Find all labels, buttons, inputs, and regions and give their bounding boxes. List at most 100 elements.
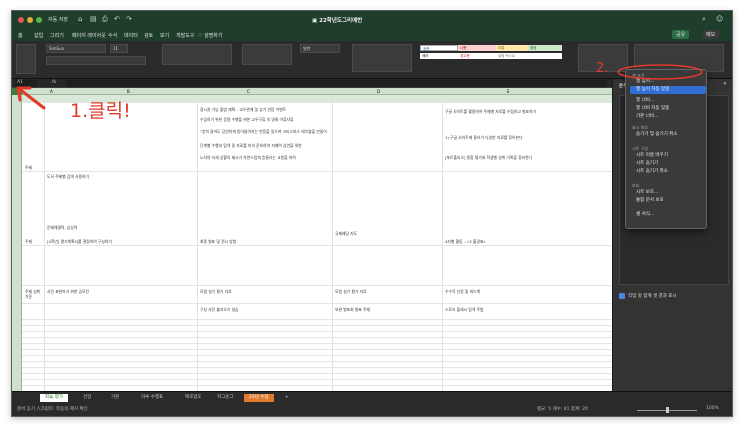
cell-c6[interactable]: 모범 실기 평가 자료 bbox=[200, 289, 328, 294]
cell-b3[interactable]: 도서 주제별 검색 사용하기 bbox=[47, 174, 195, 179]
tab-review[interactable]: 검토 bbox=[144, 32, 153, 39]
cell-a-topic-3[interactable]: 주제 성취기준 bbox=[25, 289, 43, 299]
cell-c1[interactable]: 광시권 기능 출범 계획 – 교우관계 및 상가 연장 이벤트 bbox=[200, 107, 328, 112]
cell-e5[interactable]: 4자별 활동 – «3 홀경표» bbox=[445, 239, 610, 244]
save-icon[interactable]: ▤ bbox=[90, 15, 97, 23]
menu-item-hide-sheet[interactable]: 시트 숨기기 bbox=[636, 160, 658, 168]
red-arrow-annotation bbox=[16, 86, 46, 110]
close-window-button[interactable] bbox=[18, 17, 24, 23]
zoom-window-button[interactable] bbox=[36, 17, 42, 23]
account-icon[interactable]: ☺ bbox=[716, 15, 723, 23]
tab-page-layout[interactable]: 페이지 레이아웃 bbox=[72, 32, 106, 39]
tab-tell-me[interactable]: ♡ 설명하기 bbox=[198, 32, 222, 39]
alignment-group[interactable] bbox=[162, 44, 232, 65]
cell-c5[interactable]: 노지의 자세 상황의 제시가 자연스럽게 흔들리는 교원을 하여 bbox=[200, 155, 328, 160]
column-header-b[interactable]: B bbox=[127, 89, 130, 94]
home-icon[interactable]: ⌂ bbox=[78, 15, 82, 23]
style-memo[interactable]: 메모 bbox=[420, 53, 458, 59]
cell-e2[interactable]: 1) 구글 사이트에 들어가 다양한 자료를 찾아본다 bbox=[445, 135, 610, 140]
wrap-merge-group[interactable] bbox=[242, 44, 292, 65]
menu-item-autofit-column-width[interactable]: 열 너비 자동 맞춤 bbox=[636, 105, 669, 113]
share-button[interactable]: 공유 bbox=[672, 30, 690, 39]
pane-close-icon[interactable]: ✕ bbox=[723, 82, 727, 87]
tab-draw[interactable]: 그리기 bbox=[50, 32, 64, 39]
autosave-label[interactable]: 자동 저장 bbox=[48, 16, 68, 23]
menu-item-autofit-row-height[interactable]: 행 높이 자동 맞춤 bbox=[630, 86, 706, 94]
style-neutral[interactable]: 보통 bbox=[496, 45, 528, 51]
menu-item-column-width[interactable]: 열 너비... bbox=[636, 97, 654, 105]
cell-c3[interactable]: “흔히 들어도 당연하게 받아들여지는 반응을 일으켜 크리스마스 테이블을 만… bbox=[200, 129, 328, 134]
status-ready: 준비 듣기 스크립트: 작동의 제거 확인 bbox=[17, 407, 88, 412]
cell-c4[interactable]: 단계별 수행과 탐색 및 자료를 미리 준비하여 저매여 상연을 위한 bbox=[200, 143, 328, 148]
undo-icon[interactable]: ↶ bbox=[114, 15, 120, 23]
font-format-group[interactable] bbox=[46, 56, 146, 65]
pane-checkbox[interactable] bbox=[619, 293, 625, 299]
annotation-step-2: 2. bbox=[596, 61, 609, 76]
menu-item-rename-sheet[interactable]: 시트 이름 바꾸기 bbox=[636, 152, 668, 160]
style-explanation[interactable]: 설명 텍스트 bbox=[496, 53, 562, 59]
zoom-level[interactable]: 100% bbox=[706, 406, 719, 411]
sheet-tab-2[interactable]: 건강 bbox=[78, 394, 96, 402]
cell-c2[interactable]: 수입하기 위한 응용 수행을 위한 교우구류 의 영륙 이류자류 bbox=[200, 117, 328, 122]
column-header-c[interactable]: C bbox=[247, 89, 250, 94]
number-format-select[interactable]: 일반 bbox=[300, 44, 340, 53]
column-header-d[interactable]: D bbox=[377, 89, 380, 94]
cell-d7[interactable]: 보완 발표회 발표 주제 bbox=[335, 307, 439, 312]
style-bad[interactable]: 나쁨 bbox=[458, 45, 496, 51]
menu-item-format-cells[interactable]: 셀 서식... bbox=[636, 211, 654, 219]
cell-d6[interactable]: 모범 실기 평가 자료 bbox=[335, 289, 439, 294]
sheet-tab-5[interactable]: 택호업도 bbox=[180, 394, 207, 402]
search-icon[interactable]: ⌕ bbox=[702, 15, 706, 24]
cell-b4[interactable]: 문제해결력, 상상력 bbox=[47, 225, 195, 230]
minimize-window-button[interactable] bbox=[27, 17, 33, 23]
sheet-grid[interactable]: 광시권 기능 출범 계획 – 교우관계 및 상가 연장 이벤트 수입하기 위한 … bbox=[12, 95, 612, 391]
conditional-format-group[interactable] bbox=[352, 44, 412, 72]
tab-formulas[interactable]: 수식 bbox=[108, 32, 117, 39]
cell-d5[interactable]: 국제배당 지도 bbox=[335, 231, 439, 236]
cell-a-topic-1[interactable]: 주제 bbox=[25, 165, 32, 170]
cell-e7[interactable]: 스토리 플래시 탐색 주범 bbox=[445, 307, 610, 312]
formula-input[interactable] bbox=[66, 80, 606, 87]
status-stats: 평균: 5 개수: 41 합계: 20 bbox=[537, 407, 588, 412]
tab-view[interactable]: 보기 bbox=[160, 32, 169, 39]
redo-icon[interactable]: ↷ bbox=[126, 15, 132, 23]
column-headers: A B C D E bbox=[12, 88, 612, 95]
print-icon[interactable]: ⎙ bbox=[102, 15, 108, 24]
style-normal[interactable]: 표준 bbox=[420, 45, 458, 51]
cell-c7[interactable]: 구성 사진 불러오기 실습 bbox=[200, 307, 328, 312]
row-headers[interactable] bbox=[12, 95, 22, 391]
tab-home[interactable]: 홈 bbox=[18, 32, 23, 39]
menu-item-default-width[interactable]: 기본 너비... bbox=[636, 113, 658, 121]
tab-insert[interactable]: 삽입 bbox=[34, 32, 43, 39]
cell-e6[interactable]: 우수작 선정 및 피드백 bbox=[445, 289, 610, 294]
cell-e1[interactable]: 구글 사이트를 활용하여 주제별 자료를 수집하고 발표하기 bbox=[445, 109, 610, 114]
menu-item-protect-workbook[interactable]: 통합 문서 보호 bbox=[636, 197, 664, 205]
cell-b5[interactable]: [4학년] 평가계획서를 결정하여 구성하기 bbox=[47, 239, 195, 244]
style-good[interactable]: 좋음 bbox=[528, 45, 562, 51]
column-header-e[interactable]: E bbox=[507, 89, 510, 94]
sheet-tab-6[interactable]: 학그운그 bbox=[212, 394, 239, 402]
menu-item-hide-unhide[interactable]: 숨기기 및 숨기기 취소 bbox=[636, 131, 678, 139]
sheet-tab-1[interactable]: 최슠 평가 bbox=[40, 394, 68, 402]
paste-button[interactable] bbox=[16, 44, 36, 74]
annotation-step-1: 1.클릭! bbox=[70, 100, 131, 122]
tab-data[interactable]: 데이터 bbox=[124, 32, 138, 39]
sheet-tab-4[interactable]: 하루 수행표 bbox=[136, 394, 168, 402]
cell-a-topic-2[interactable]: 주제 bbox=[25, 239, 32, 244]
cell-c-plan[interactable]: 최종 발표 및 전시 방법 bbox=[200, 239, 328, 244]
menu-item-protect-sheet[interactable]: 시트 보호... bbox=[636, 189, 658, 197]
font-name-select[interactable]: SimSun bbox=[46, 44, 106, 53]
tab-developer[interactable]: 개발도구 bbox=[176, 32, 194, 39]
sheet-tabs-bar: 최슠 평가 건강 기본 하루 수행표 택호업도 학그운그 22년 수업 + bbox=[12, 391, 732, 402]
cell-e3[interactable]: [포트폴리오] 종합 평가와 학생별 성취 기록을 정리한다 bbox=[445, 155, 610, 160]
comment-button[interactable]: 메모 bbox=[702, 30, 720, 39]
font-size-select[interactable]: 11 bbox=[110, 44, 128, 53]
sheet-tab-3[interactable]: 기본 bbox=[106, 394, 124, 402]
ribbon-tabs: 홈 삽입 그리기 페이지 레이아웃 수식 데이터 검토 보기 개발도구 ♡ 설명… bbox=[12, 29, 732, 41]
style-warning[interactable]: 경고문 bbox=[458, 53, 496, 59]
sheet-tab-active[interactable]: 22년 수업 bbox=[244, 394, 274, 402]
add-sheet-button[interactable]: + bbox=[280, 394, 294, 402]
cell-b6[interactable]: 사진 표현하기 위한 공모전 bbox=[47, 289, 195, 294]
menu-item-unhide-sheet[interactable]: 시트 숨기기 취소 bbox=[636, 168, 668, 176]
zoom-slider-thumb[interactable] bbox=[666, 407, 669, 413]
